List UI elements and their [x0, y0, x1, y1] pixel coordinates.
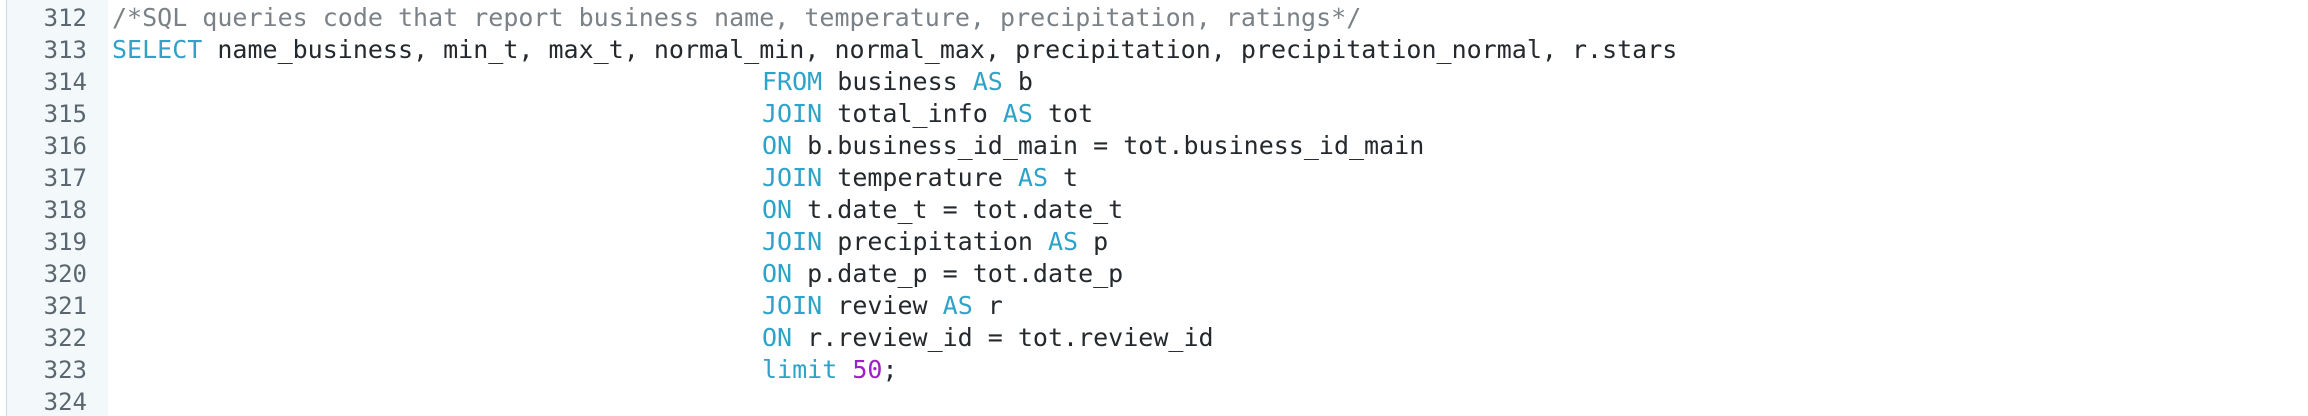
code-token-keyword: AS: [942, 291, 973, 320]
code-editor[interactable]: 312 /*SQL queries code that report busine…: [0, 0, 2308, 416]
code-text: FROM business AS b: [112, 66, 1033, 98]
code-text: JOIN temperature AS t: [112, 162, 1078, 194]
line-number: 316: [43, 132, 87, 160]
code-token-plain: precipitation: [822, 227, 1048, 256]
code-token-number: 50: [852, 355, 883, 384]
code-token-keyword: JOIN: [762, 227, 823, 256]
code-token-plain: business: [822, 67, 973, 96]
code-token-plain: t.date_t = tot.date_t: [792, 195, 1124, 224]
code-token-plain: total_info: [822, 99, 1003, 128]
code-text: ON b.business_id_main = tot.business_id_…: [112, 130, 1424, 162]
code-line[interactable]: 315 JOIN total_info AS tot: [0, 98, 2308, 130]
code-text: JOIN precipitation AS p: [112, 226, 1108, 258]
code-token-keyword: ON: [762, 259, 793, 288]
code-token-plain: p.date_p = tot.date_p: [792, 259, 1124, 288]
code-token-plain: temperature: [822, 163, 1018, 192]
code-line[interactable]: 320 ON p.date_p = tot.date_p: [0, 258, 2308, 290]
line-number: 313: [43, 36, 87, 64]
code-token-plain: p: [1078, 227, 1109, 256]
line-number: 322: [43, 324, 87, 352]
line-number: 319: [43, 228, 87, 256]
line-number: 321: [43, 292, 87, 320]
code-text: /*SQL queries code that report business …: [112, 2, 1361, 34]
code-line[interactable]: 324: [0, 386, 2308, 416]
code-line[interactable]: 316 ON b.business_id_main = tot.business_…: [0, 130, 2308, 162]
code-line[interactable]: 318 ON t.date_t = tot.date_t: [0, 194, 2308, 226]
code-token-keyword: FROM: [762, 67, 823, 96]
code-token-keyword: ON: [762, 323, 793, 352]
code-token-plain: t: [1048, 163, 1079, 192]
code-token-comment: /*SQL queries code that report business …: [112, 3, 1362, 32]
code-token-keyword: AS: [1017, 163, 1048, 192]
code-token-plain: r.review_id = tot.review_id: [792, 323, 1214, 352]
code-token-plain: r: [972, 291, 1003, 320]
code-text: limit 50;: [112, 354, 898, 386]
code-token-keyword: AS: [1002, 99, 1033, 128]
code-token-keyword: JOIN: [762, 163, 823, 192]
code-line[interactable]: 323 limit 50;: [0, 354, 2308, 386]
code-token-keyword: SELECT: [112, 35, 203, 64]
code-line[interactable]: 322 ON r.review_id = tot.review_id: [0, 322, 2308, 354]
code-token-keyword: AS: [972, 67, 1003, 96]
line-number: 314: [43, 68, 87, 96]
code-text: ON r.review_id = tot.review_id: [112, 322, 1214, 354]
code-line[interactable]: 314 FROM business AS b: [0, 66, 2308, 98]
code-line[interactable]: 312 /*SQL queries code that report busine…: [0, 2, 2308, 34]
code-text: SELECT name_business, min_t, max_t, norm…: [112, 34, 1677, 66]
line-number: 324: [43, 388, 87, 416]
code-token-keyword: ON: [762, 131, 793, 160]
code-line[interactable]: 319 JOIN precipitation AS p: [0, 226, 2308, 258]
code-token-plain: b: [1002, 67, 1033, 96]
code-token-keyword: AS: [1048, 227, 1079, 256]
code-token-keyword: JOIN: [762, 291, 823, 320]
code-text: ON t.date_t = tot.date_t: [112, 194, 1123, 226]
code-text: JOIN total_info AS tot: [112, 98, 1093, 130]
code-token-plain: tot: [1032, 99, 1094, 128]
code-token-plain: review: [822, 291, 943, 320]
code-line[interactable]: 313 SELECT name_business, min_t, max_t, n…: [0, 34, 2308, 66]
code-lines: 312 /*SQL queries code that report busine…: [0, 2, 2308, 416]
code-token-keyword: ON: [762, 195, 793, 224]
code-line[interactable]: 321 JOIN review AS r: [0, 290, 2308, 322]
line-number: 323: [43, 356, 87, 384]
line-number: 312: [43, 4, 87, 32]
code-text: ON p.date_p = tot.date_p: [112, 258, 1123, 290]
line-number: 315: [43, 100, 87, 128]
line-number: 317: [43, 164, 87, 192]
code-token-keyword: JOIN: [762, 99, 823, 128]
code-line[interactable]: 317 JOIN temperature AS t: [0, 162, 2308, 194]
line-number: 320: [43, 260, 87, 288]
code-token-keyword: limit: [762, 355, 838, 384]
code-token-plain: ;: [882, 355, 898, 384]
code-token-plain: name_business, min_t, max_t, normal_min,…: [202, 35, 1678, 64]
line-number: 318: [43, 196, 87, 224]
code-text: JOIN review AS r: [112, 290, 1003, 322]
code-token-plain: b.business_id_main = tot.business_id_mai…: [792, 131, 1425, 160]
